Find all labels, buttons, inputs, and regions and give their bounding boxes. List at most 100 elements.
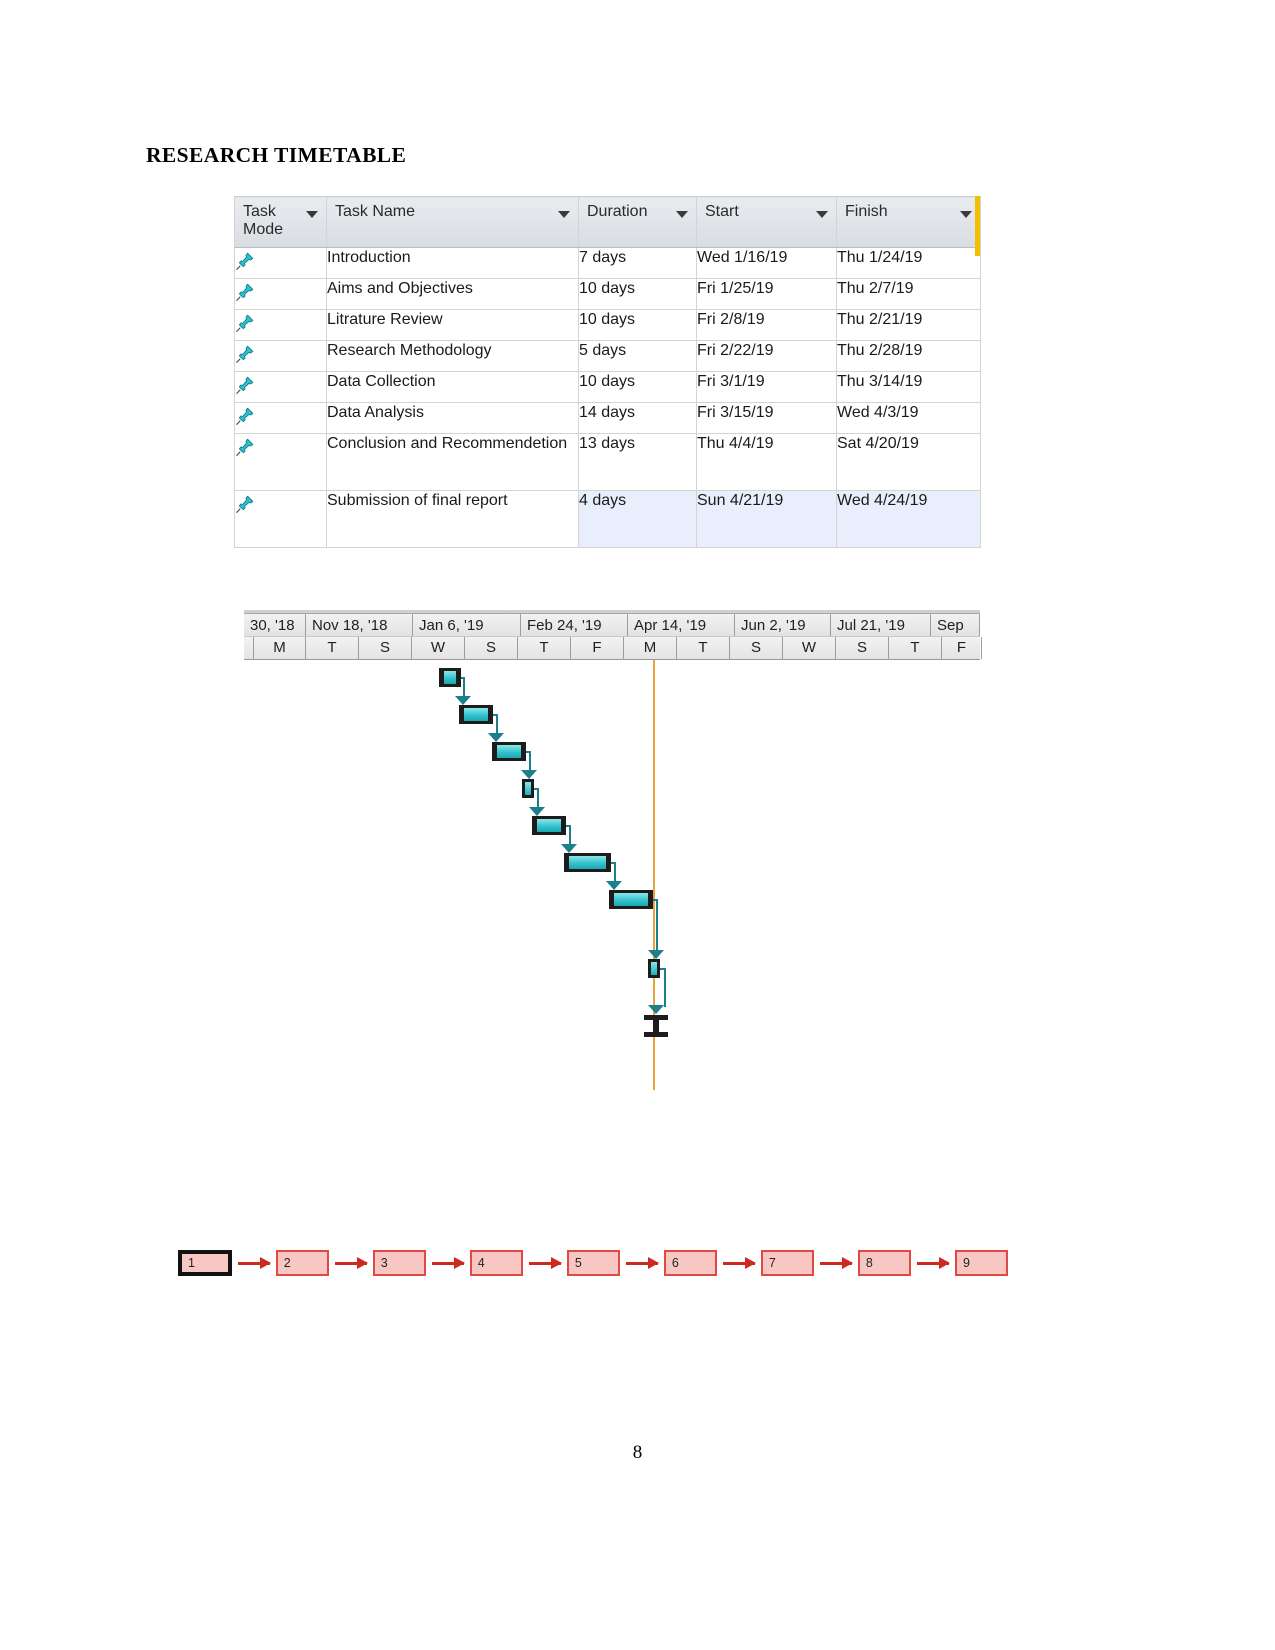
cell-finish-date[interactable]: Thu 2/28/19 (836, 340, 981, 372)
gantt-timeline-minor-row: MTSWSTFMTSWSTF (244, 637, 982, 660)
cell-task-name[interactable]: Submission of final report (326, 490, 579, 548)
gantt-timeline-minor-cell: T (518, 637, 571, 659)
column-header-task-name[interactable]: Task Name (326, 196, 579, 248)
cell-finish-date[interactable]: Thu 3/14/19 (836, 371, 981, 403)
cell-task-mode[interactable] (234, 309, 327, 341)
cell-start-date[interactable]: Fri 2/22/19 (696, 340, 837, 372)
column-header-duration[interactable]: Duration (578, 196, 697, 248)
cell-finish-date[interactable]: Thu 2/7/19 (836, 278, 981, 310)
cell-task-name[interactable]: Data Collection (326, 371, 579, 403)
gantt-bar-data-analysis[interactable] (564, 853, 611, 872)
cell-task-name[interactable]: Aims and Objectives (326, 278, 579, 310)
table-row[interactable]: Submission of final report 4 days Sun 4/21… (234, 490, 981, 548)
gantt-bar-introduction[interactable] (439, 668, 461, 687)
table-row[interactable]: Conclusion and Recommendetion 13 days Thu … (234, 433, 981, 491)
cell-task-mode[interactable] (234, 247, 327, 279)
flow-node-5[interactable]: 5 (566, 1250, 620, 1276)
page-title: RESEARCH TIMETABLE (146, 143, 407, 167)
flow-node-2[interactable]: 2 (275, 1250, 329, 1276)
cell-finish-date[interactable]: Thu 1/24/19 (836, 247, 981, 279)
flow-node-3[interactable]: 3 (372, 1250, 426, 1276)
table-row[interactable]: Data Analysis 14 days Fri 3/15/19 Wed 4/3/1… (234, 402, 981, 434)
cell-duration[interactable]: 10 days (578, 309, 697, 341)
cell-task-name[interactable]: Conclusion and Recommendetion (326, 433, 579, 491)
cell-duration[interactable]: 10 days (578, 371, 697, 403)
gantt-link-1-2 (463, 678, 465, 697)
gantt-link-8-9 (664, 969, 666, 1007)
gantt-bar-submission-of-final-report[interactable] (648, 959, 660, 978)
gantt-timeline-minor-cell: T (306, 637, 359, 659)
cell-task-name[interactable]: Data Analysis (326, 402, 579, 434)
cell-start-date[interactable]: Fri 1/25/19 (696, 278, 837, 310)
column-header-finish[interactable]: Finish (836, 196, 981, 248)
cell-task-mode[interactable] (234, 371, 327, 403)
gantt-summary-bar[interactable] (644, 1015, 668, 1037)
cell-finish-date[interactable]: Wed 4/24/19 (836, 490, 981, 548)
cell-task-mode[interactable] (234, 278, 327, 310)
cell-start-date[interactable]: Fri 3/1/19 (696, 371, 837, 403)
gantt-timeline-major-cell: Jun 2, '19 (735, 614, 831, 636)
flow-arrow-icon (916, 1256, 950, 1269)
column-header-task-mode[interactable]: Task Mode (234, 196, 327, 248)
gantt-link-arrow-4 (521, 770, 537, 779)
cell-duration[interactable]: 4 days (578, 490, 697, 548)
gantt-bar-aims-and-objectives[interactable] (459, 705, 493, 724)
gantt-link-5-6-h (566, 825, 571, 827)
cell-finish-date[interactable]: Thu 2/21/19 (836, 309, 981, 341)
gantt-timeline-minor-cell: S (836, 637, 889, 659)
gantt-chart: 30, '18 Nov 18, '18 Jan 6, '19 Feb 24, '19 A… (244, 610, 982, 1090)
cell-finish-date[interactable]: Sat 4/20/19 (836, 433, 981, 491)
chevron-down-icon[interactable] (306, 211, 318, 218)
flow-node-9[interactable]: 9 (954, 1250, 1008, 1276)
table-row[interactable]: Aims and Objectives 10 days Fri 1/25/19 Thu… (234, 278, 981, 310)
table-row[interactable]: Data Collection 10 days Fri 3/1/19 Thu 3/14… (234, 371, 981, 403)
cell-task-mode[interactable] (234, 490, 327, 548)
gantt-link-arrow-6 (561, 844, 577, 853)
pin-icon (235, 437, 255, 457)
flow-node-8[interactable]: 8 (857, 1250, 911, 1276)
cell-task-mode[interactable] (234, 340, 327, 372)
gantt-timeline-minor-cell: T (889, 637, 942, 659)
cell-task-name[interactable]: Litrature Review (326, 309, 579, 341)
gantt-bar-data-collection[interactable] (532, 816, 566, 835)
gantt-bar-litrature-review[interactable] (492, 742, 526, 761)
gantt-timeline-major-cell: Feb 24, '19 (521, 614, 628, 636)
cell-task-name[interactable]: Introduction (326, 247, 579, 279)
column-header-finish-label: Finish (845, 203, 888, 220)
cell-duration[interactable]: 7 days (578, 247, 697, 279)
project-task-table: Task Mode Task Name Duration Start Finis… (234, 196, 981, 548)
cell-task-mode[interactable] (234, 433, 327, 491)
table-row[interactable]: Introduction 7 days Wed 1/16/19 Thu 1/24/19 (234, 247, 981, 279)
cell-finish-date[interactable]: Wed 4/3/19 (836, 402, 981, 434)
cell-duration[interactable]: 10 days (578, 278, 697, 310)
chevron-down-icon[interactable] (676, 211, 688, 218)
cell-start-date[interactable]: Thu 4/4/19 (696, 433, 837, 491)
cell-task-name[interactable]: Research Methodology (326, 340, 579, 372)
flow-node-7[interactable]: 7 (760, 1250, 814, 1276)
gantt-timeline-major-cell: Nov 18, '18 (306, 614, 413, 636)
table-row[interactable]: Research Methodology 5 days Fri 2/22/19 Thu… (234, 340, 981, 372)
cell-duration[interactable]: 5 days (578, 340, 697, 372)
flow-arrow-icon (334, 1256, 368, 1269)
gantt-link-6-7-h (611, 862, 616, 864)
chevron-down-icon[interactable] (816, 211, 828, 218)
gantt-timeline-minor-cell: W (412, 637, 465, 659)
flow-node-4[interactable]: 4 (469, 1250, 523, 1276)
cell-start-date[interactable]: Wed 1/16/19 (696, 247, 837, 279)
cell-start-date[interactable]: Sun 4/21/19 (696, 490, 837, 548)
cell-duration[interactable]: 14 days (578, 402, 697, 434)
chevron-down-icon[interactable] (960, 211, 972, 218)
gantt-link-3-4-h (526, 751, 531, 753)
cell-start-date[interactable]: Fri 2/8/19 (696, 309, 837, 341)
gantt-bar-conclusion-and-recommendetion[interactable] (609, 890, 653, 909)
flow-node-6[interactable]: 6 (663, 1250, 717, 1276)
table-row[interactable]: Litrature Review 10 days Fri 2/8/19 Thu 2/2… (234, 309, 981, 341)
chevron-down-icon[interactable] (558, 211, 570, 218)
cell-duration[interactable]: 13 days (578, 433, 697, 491)
cell-start-date[interactable]: Fri 3/15/19 (696, 402, 837, 434)
flow-node-1[interactable]: 1 (178, 1250, 232, 1276)
cell-task-mode[interactable] (234, 402, 327, 434)
network-flow-diagram: 1 2 3 4 5 6 7 8 9 (178, 1243, 1008, 1283)
column-header-start[interactable]: Start (696, 196, 837, 248)
gantt-bar-research-methodology[interactable] (522, 779, 534, 798)
